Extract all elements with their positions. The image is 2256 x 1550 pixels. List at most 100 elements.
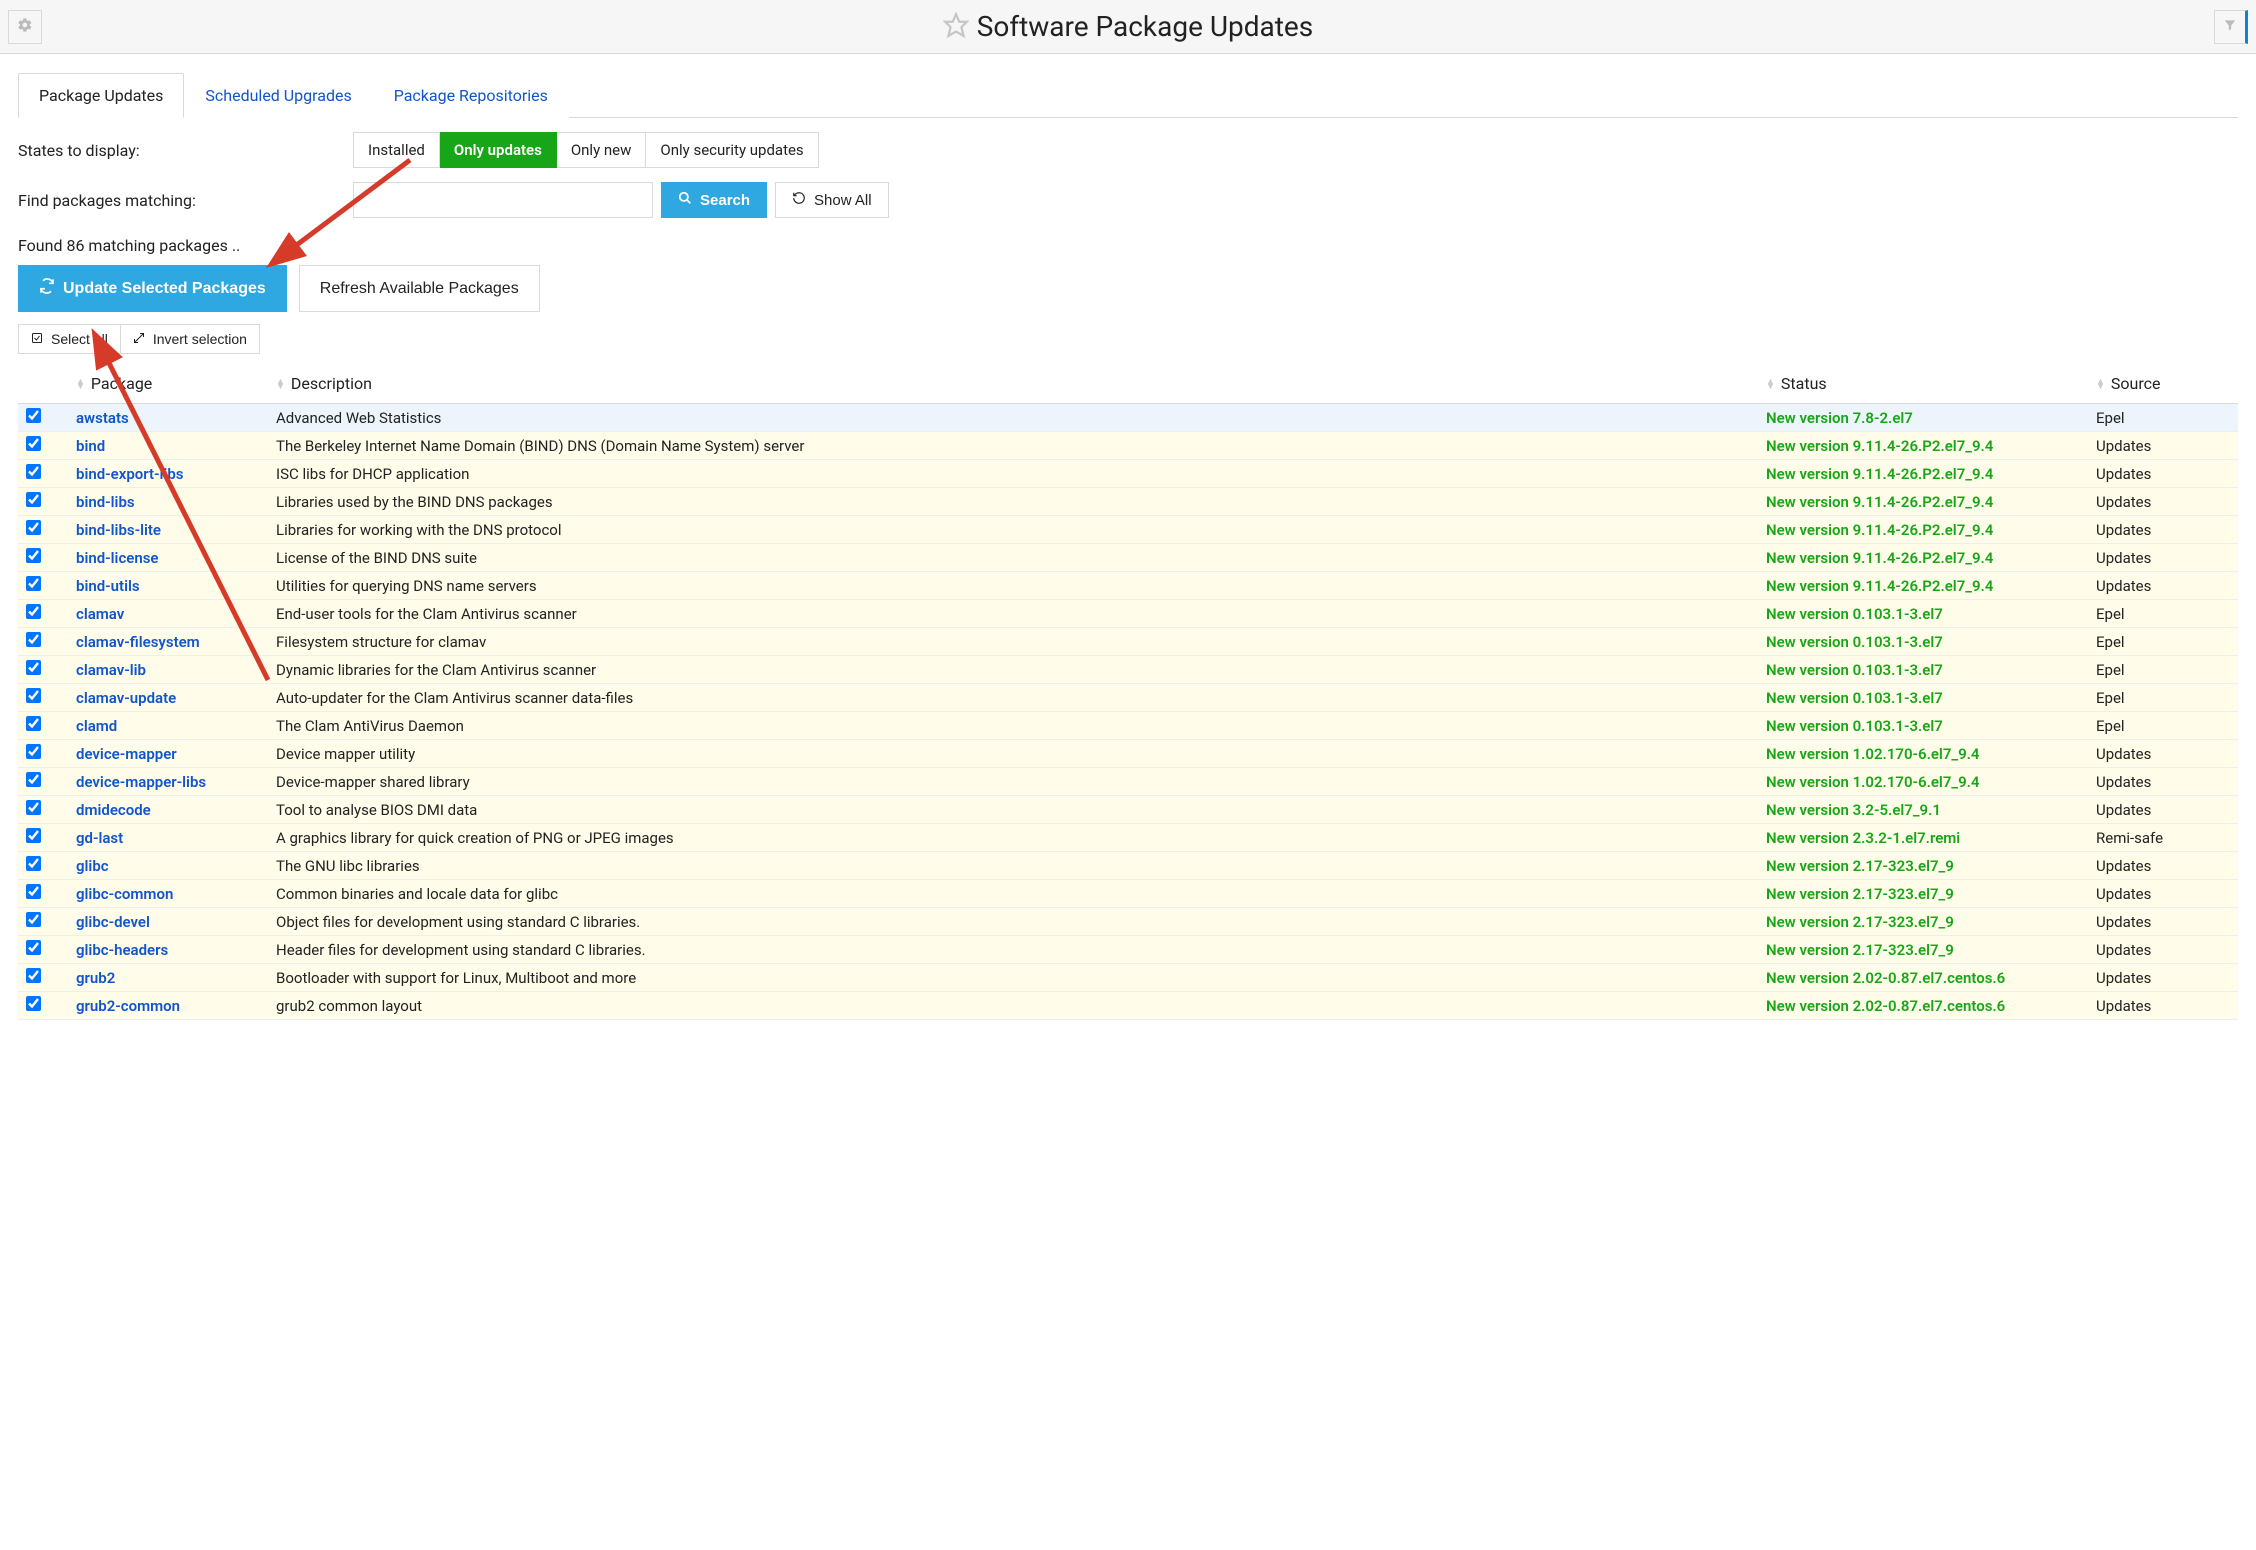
package-description: The GNU libc libraries [268, 852, 1758, 880]
package-source: Updates [2088, 880, 2238, 908]
page-title: Software Package Updates [977, 10, 1313, 43]
package-link[interactable]: bind-export-libs [76, 465, 184, 483]
package-link[interactable]: clamav-update [76, 689, 176, 707]
package-link[interactable]: bind-license [76, 549, 159, 567]
showall-button-label: Show All [814, 192, 872, 209]
filter-button[interactable] [2214, 10, 2248, 44]
row-checkbox[interactable] [26, 996, 41, 1011]
search-button[interactable]: Search [661, 182, 767, 218]
package-link[interactable]: device-mapper [76, 745, 177, 763]
col-status[interactable]: ▲▼Status [1758, 364, 2088, 404]
state-filter-only-security-updates[interactable]: Only security updates [646, 132, 818, 168]
package-link[interactable]: dmidecode [76, 801, 151, 819]
row-checkbox[interactable] [26, 576, 41, 591]
row-checkbox[interactable] [26, 884, 41, 899]
package-source: Epel [2088, 628, 2238, 656]
share-icon [133, 331, 145, 347]
package-link[interactable]: clamav [76, 605, 124, 623]
package-description: End-user tools for the Clam Antivirus sc… [268, 600, 1758, 628]
package-status: New version 9.11.4-26.P2.el7_9.4 [1766, 577, 1993, 595]
package-description: Bootloader with support for Linux, Multi… [268, 964, 1758, 992]
package-link[interactable]: bind-libs [76, 493, 135, 511]
package-status: New version 7.8-2.el7 [1766, 409, 1913, 427]
package-link[interactable]: clamav-lib [76, 661, 146, 679]
package-status: New version 0.103.1-3.el7 [1766, 717, 1943, 735]
search-input[interactable] [353, 182, 653, 218]
state-filter-only-updates[interactable]: Only updates [440, 132, 557, 168]
package-source: Epel [2088, 684, 2238, 712]
table-row: glibc-commonCommon binaries and locale d… [18, 880, 2238, 908]
state-filter-installed[interactable]: Installed [353, 132, 440, 168]
package-description: Filesystem structure for clamav [268, 628, 1758, 656]
package-source: Epel [2088, 404, 2238, 432]
row-checkbox[interactable] [26, 464, 41, 479]
package-link[interactable]: clamd [76, 717, 117, 735]
package-link[interactable]: bind [76, 437, 105, 455]
package-link[interactable]: clamav-filesystem [76, 633, 200, 651]
row-checkbox[interactable] [26, 548, 41, 563]
row-checkbox[interactable] [26, 744, 41, 759]
package-link[interactable]: glibc-devel [76, 913, 150, 931]
star-icon [943, 12, 969, 42]
tab-package-updates[interactable]: Package Updates [18, 73, 184, 118]
refresh-available-label: Refresh Available Packages [320, 280, 519, 298]
package-source: Updates [2088, 936, 2238, 964]
package-link[interactable]: glibc-common [76, 885, 173, 903]
package-link[interactable]: grub2-common [76, 997, 180, 1015]
showall-button[interactable]: Show All [775, 182, 889, 218]
col-source[interactable]: ▲▼Source [2088, 364, 2238, 404]
row-checkbox[interactable] [26, 604, 41, 619]
package-link[interactable]: grub2 [76, 969, 115, 987]
row-checkbox[interactable] [26, 688, 41, 703]
col-package[interactable]: ▲▼Package [68, 364, 268, 404]
package-source: Epel [2088, 656, 2238, 684]
row-checkbox[interactable] [26, 520, 41, 535]
select-all-label: Select all [51, 331, 108, 347]
row-checkbox[interactable] [26, 436, 41, 451]
package-link[interactable]: device-mapper-libs [76, 773, 206, 791]
row-checkbox[interactable] [26, 716, 41, 731]
row-checkbox[interactable] [26, 828, 41, 843]
invert-selection-button[interactable]: Invert selection [121, 324, 260, 354]
row-checkbox[interactable] [26, 660, 41, 675]
search-button-label: Search [700, 192, 750, 209]
package-source: Epel [2088, 712, 2238, 740]
package-link[interactable]: bind-libs-lite [76, 521, 161, 539]
package-description: The Berkeley Internet Name Domain (BIND)… [268, 432, 1758, 460]
select-all-button[interactable]: Select all [18, 324, 121, 354]
package-status: New version 9.11.4-26.P2.el7_9.4 [1766, 549, 1993, 567]
row-checkbox[interactable] [26, 800, 41, 815]
package-description: A graphics library for quick creation of… [268, 824, 1758, 852]
col-description[interactable]: ▲▼Description [268, 364, 1758, 404]
package-link[interactable]: glibc-headers [76, 941, 168, 959]
row-checkbox[interactable] [26, 940, 41, 955]
package-status: New version 1.02.170-6.el7_9.4 [1766, 745, 1980, 763]
package-source: Updates [2088, 992, 2238, 1020]
package-link[interactable]: bind-utils [76, 577, 140, 595]
row-checkbox[interactable] [26, 912, 41, 927]
row-checkbox[interactable] [26, 632, 41, 647]
row-checkbox[interactable] [26, 968, 41, 983]
table-row: grub2 Bootloader with support for Linux, … [18, 964, 2238, 992]
package-description: Advanced Web Statistics [268, 404, 1758, 432]
package-link[interactable]: glibc [76, 857, 109, 875]
package-status: New version 2.02-0.87.el7.centos.6 [1766, 997, 2005, 1015]
tab-package-repositories[interactable]: Package Repositories [373, 73, 569, 118]
package-status: New version 0.103.1-3.el7 [1766, 661, 1943, 679]
package-link[interactable]: gd-last [76, 829, 123, 847]
row-checkbox[interactable] [26, 856, 41, 871]
settings-button[interactable] [8, 10, 42, 44]
package-description: Tool to analyse BIOS DMI data [268, 796, 1758, 824]
package-status: New version 2.3.2-1.el7.remi [1766, 829, 1960, 847]
row-checkbox[interactable] [26, 492, 41, 507]
update-selected-button[interactable]: Update Selected Packages [18, 265, 287, 312]
package-description: Header files for development using stand… [268, 936, 1758, 964]
package-description: Libraries used by the BIND DNS packages [268, 488, 1758, 516]
row-checkbox[interactable] [26, 772, 41, 787]
tab-scheduled-upgrades[interactable]: Scheduled Upgrades [184, 73, 372, 118]
refresh-available-button[interactable]: Refresh Available Packages [299, 265, 540, 312]
row-checkbox[interactable] [26, 408, 41, 423]
state-filter-only-new[interactable]: Only new [557, 132, 647, 168]
package-status: New version 3.2-5.el7_9.1 [1766, 801, 1941, 819]
package-link[interactable]: awstats [76, 409, 129, 427]
